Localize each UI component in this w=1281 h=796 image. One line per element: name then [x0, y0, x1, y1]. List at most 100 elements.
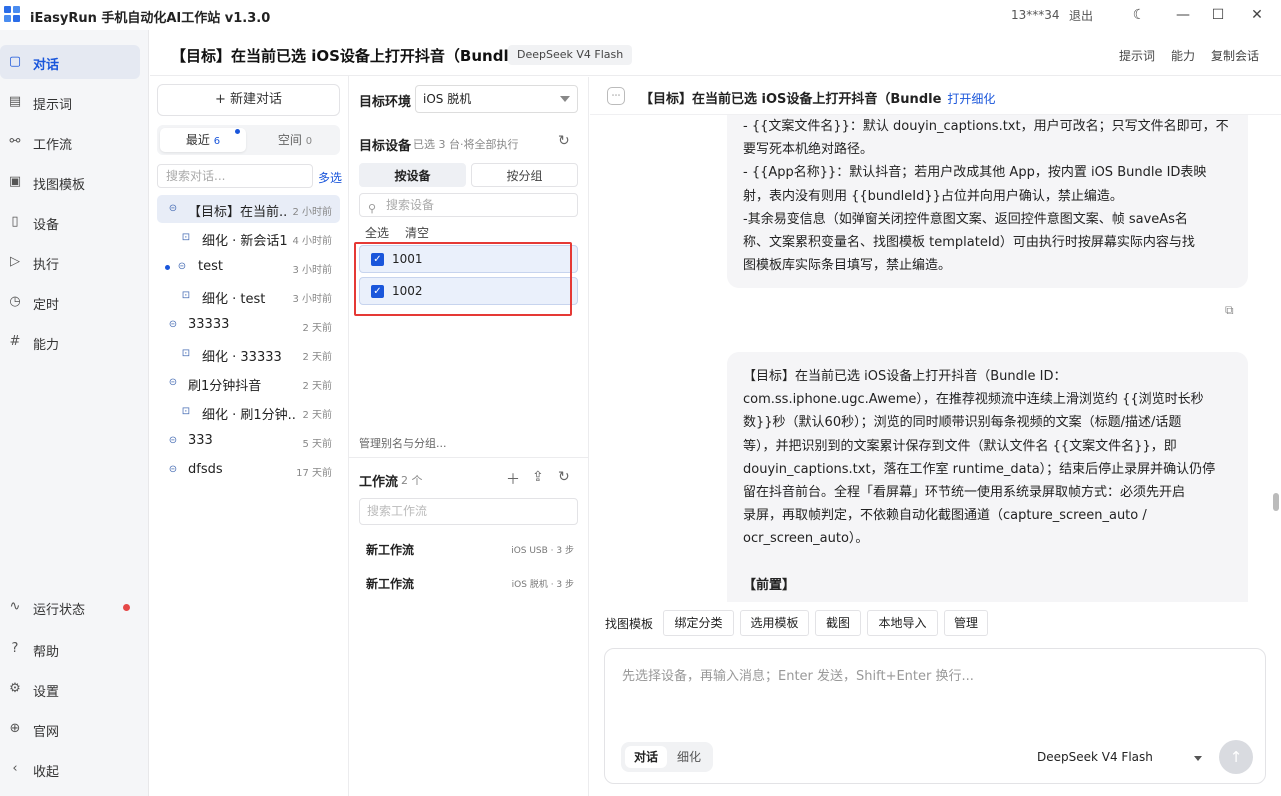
message-line: 射，表内没有则用 {{bundleId}}占位并向用户确认，禁止编造。 — [743, 188, 1123, 204]
message-line: ocr_screen_auto）。 — [743, 531, 869, 547]
conversation-title: 33333 — [188, 317, 230, 332]
sidebar-item-run-status[interactable]: ∿ 运行状态 — [0, 590, 140, 624]
sidebar-item-collapse[interactable]: ‹ 收起 — [0, 752, 140, 786]
image-icon: ▣ — [8, 174, 22, 189]
app-logo-icon — [4, 6, 20, 22]
target-device-label: 目标设备 — [359, 139, 412, 154]
sidebar-item-label: 官网 — [33, 725, 60, 740]
copy-icon[interactable]: ⧉ — [1225, 303, 1234, 318]
abilities-link[interactable]: 能力 — [1171, 47, 1195, 64]
manage-button[interactable]: 管理 — [944, 610, 988, 636]
workflow-item[interactable]: 新工作流 iOS USB · 3 步 — [359, 537, 578, 561]
user-account[interactable]: 13***34 — [1011, 8, 1060, 22]
chat-icon: ⊝ — [177, 261, 187, 272]
sidebar-item-website[interactable]: ⊕ 官网 — [0, 712, 140, 746]
chat-icon: ⊝ — [168, 377, 178, 388]
conversation-search-input[interactable]: 搜索对话... — [157, 164, 313, 188]
sidebar-item-prompts[interactable]: ▤ 提示词 — [0, 85, 140, 119]
local-import-button[interactable]: 本地导入 — [867, 610, 938, 636]
pulse-icon: ∿ — [9, 599, 21, 614]
sidebar-item-chat[interactable]: ▢ 对话 — [0, 45, 140, 79]
conversation-item[interactable]: ⊡ 细化 · test 3 小时前 — [157, 282, 340, 310]
logout-link[interactable]: 退出 — [1069, 7, 1093, 24]
conversation-item[interactable]: ⊡ 细化 · 刷1分钟... 2 天前 — [157, 398, 340, 426]
conversation-time: 2 小时前 — [292, 207, 332, 218]
screenshot-button[interactable]: 截图 — [815, 610, 861, 636]
chevron-left-icon: ‹ — [12, 761, 18, 776]
device-search-placeholder: 搜索设备 — [386, 198, 435, 212]
prompts-link[interactable]: 提示词 — [1119, 47, 1155, 64]
manage-alias-link[interactable]: 管理别名与分组... — [359, 435, 447, 451]
sidebar-item-image-templates[interactable]: ▣ 找图模板 — [0, 165, 140, 199]
conversation-item[interactable]: ⊝ dfsds 17 天前 — [157, 456, 340, 484]
model-select[interactable]: DeepSeek V4 Flash — [1037, 750, 1153, 764]
upload-icon[interactable]: ⇪ — [532, 469, 544, 485]
minimize-icon[interactable]: — — [1172, 4, 1194, 26]
template-toolbar: 找图模板 绑定分类 选用模板 截图 本地导入 管理 — [590, 610, 1281, 636]
conversation-item[interactable]: ⊝ 33333 2 天前 — [157, 311, 340, 339]
mode-toggle: 对话 细化 — [621, 742, 713, 772]
send-button[interactable]: ↑ — [1219, 740, 1253, 774]
conversation-item[interactable]: ⊡ 细化 · 新会话1 4 小时前 — [157, 224, 340, 252]
tab-count: 0 — [305, 136, 313, 147]
sidebar-item-workflow[interactable]: ⚯ 工作流 — [0, 125, 140, 159]
conversation-title: dfsds — [188, 462, 223, 477]
choose-template-button[interactable]: 选用模板 — [740, 610, 809, 636]
message-line: - {{App名称}}：默认抖音；若用户改成其他 App，按内置 iOS Bun… — [743, 165, 1207, 181]
message-bubble: - {{文案文件名}}：默认 douyin_captions.txt，用户可改名… — [727, 115, 1248, 288]
tab-count: 6 — [213, 136, 221, 147]
mode-chat-button[interactable]: 对话 — [625, 746, 667, 768]
tab-by-device[interactable]: 按设备 — [359, 163, 466, 187]
conversation-time: 4 小时前 — [292, 236, 332, 247]
conversation-item[interactable]: ⊝ 刷1分钟抖音 2 天前 — [157, 369, 340, 397]
sidebar-item-label: 能力 — [33, 338, 60, 353]
chevron-down-icon[interactable] — [1194, 756, 1202, 761]
new-conversation-button[interactable]: + 新建对话 — [157, 84, 340, 116]
chat-scrollbar[interactable] — [1273, 493, 1279, 511]
maximize-icon[interactable]: ☐ — [1207, 4, 1229, 26]
multi-select-link[interactable]: 多选 — [318, 169, 342, 186]
conversation-item[interactable]: ⊝ 【目标】在当前... 2 小时前 — [157, 195, 340, 223]
refresh-icon[interactable]: ↻ — [558, 133, 570, 149]
sidebar-item-help[interactable]: ? 帮助 — [0, 632, 140, 666]
conversation-time: 2 天前 — [302, 352, 332, 363]
refresh-icon[interactable]: ↻ — [558, 469, 570, 485]
conversation-time: 2 天前 — [302, 381, 332, 392]
workflow-label: 工作流 — [359, 475, 399, 490]
conversation-item[interactable]: ⊡ 细化 · 33333 2 天前 — [157, 340, 340, 368]
highlight-box — [354, 242, 572, 316]
message-input[interactable]: 先选择设备，再输入消息；Enter 发送，Shift+Enter 换行... 对… — [604, 648, 1266, 784]
close-icon[interactable]: ✕ — [1246, 4, 1268, 26]
tab-recent[interactable]: 最近 6 — [160, 128, 246, 152]
conversation-item[interactable]: ⊝ test 3 小时前 — [157, 253, 340, 281]
environment-select[interactable]: iOS 脱机 — [415, 85, 578, 113]
tab-by-group[interactable]: 按分组 — [471, 163, 578, 187]
sidebar-item-label: 设备 — [33, 218, 60, 233]
workflow-count: 2 个 — [401, 474, 423, 487]
open-refine-link[interactable]: 打开细化 — [947, 92, 995, 106]
sidebar-item-execute[interactable]: ▷ 执行 — [0, 245, 140, 279]
template-label: 找图模板 — [605, 617, 654, 631]
workflow-search-input[interactable]: 搜索工作流 — [359, 498, 578, 525]
mode-refine-button[interactable]: 细化 — [669, 746, 709, 768]
select-all-link[interactable]: 全选 — [365, 224, 389, 241]
conversation-title: 刷1分钟抖音 — [188, 379, 262, 394]
clear-link[interactable]: 清空 — [405, 224, 429, 241]
conversation-item[interactable]: ⊝ 333 5 天前 — [157, 427, 340, 455]
sidebar-item-abilities[interactable]: # 能力 — [0, 325, 140, 359]
workflow-item[interactable]: 新工作流 iOS 脱机 · 3 步 — [359, 571, 578, 595]
sidebar-item-label: 工作流 — [33, 138, 73, 153]
add-icon[interactable]: ＋ — [506, 469, 520, 489]
sidebar-item-devices[interactable]: ▯ 设备 — [0, 205, 140, 239]
tab-space[interactable]: 空间 0 — [252, 128, 338, 152]
refine-icon: ⊡ — [181, 290, 191, 301]
bind-category-button[interactable]: 绑定分类 — [663, 610, 734, 636]
copy-session-link[interactable]: 复制会话 — [1211, 47, 1259, 64]
conversation-title: 【目标】在当前... — [188, 205, 288, 220]
message-line: 称、文案累积变量名、找图模板 templateId）可由执行时按屏幕实际内容与找 — [743, 235, 1195, 251]
sidebar-item-settings[interactable]: ⚙ 设置 — [0, 672, 140, 706]
theme-toggle-icon[interactable]: ☾ — [1128, 4, 1150, 26]
sidebar-item-schedule[interactable]: ◷ 定时 — [0, 285, 140, 319]
device-search-input[interactable]: ⚲ 搜索设备 — [359, 193, 578, 217]
globe-icon: ⊕ — [9, 721, 21, 736]
